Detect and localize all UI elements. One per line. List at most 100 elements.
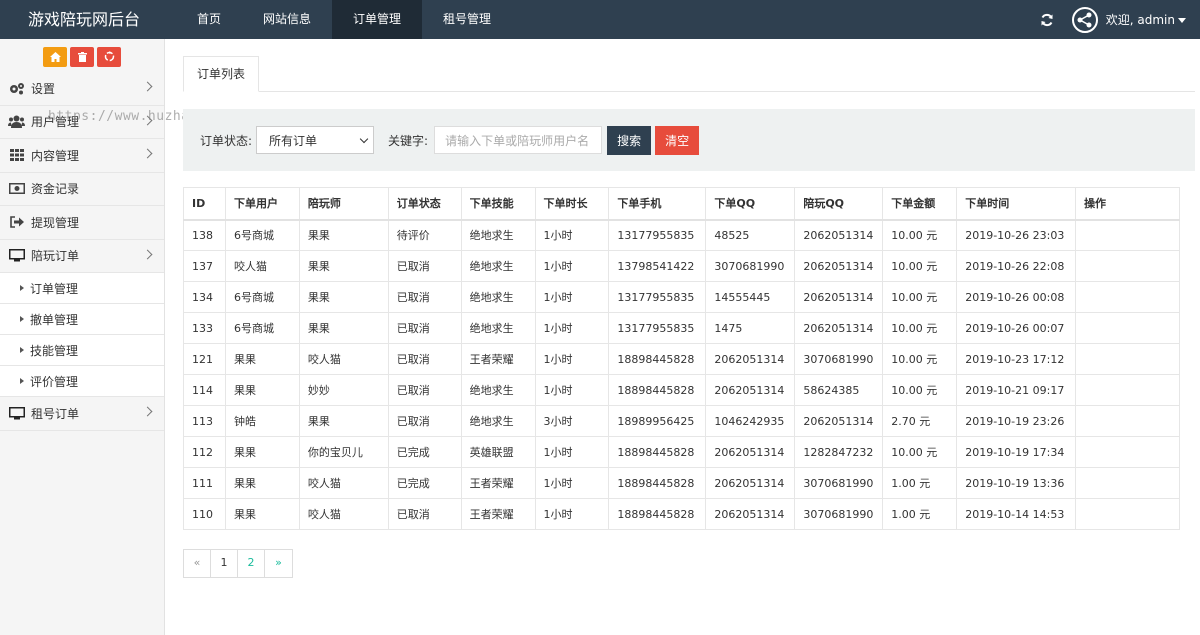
top-navbar: 游戏陪玩网后台 首页 网站信息 订单管理 租号管理 欢迎, admin [0, 0, 1200, 39]
sidebar: 设置 用户管理 内容管理 资金记录 提现管理 陪玩订单 订单管理 撤单管理 技能… [0, 39, 165, 635]
table-cell: 6号商城 [224, 312, 300, 344]
sidebar-item-withdraw[interactable]: 提现管理 [0, 206, 164, 240]
table-cell: 1小时 [534, 374, 610, 406]
chevron-right-icon [142, 406, 153, 417]
sidebar-subitem-review-management[interactable]: 评价管理 [0, 366, 164, 397]
table-cell: 果果 [224, 467, 300, 499]
table-cell: 绝地求生 [460, 405, 536, 437]
status-select[interactable]: 所有订单 [256, 126, 375, 154]
table-cell: 2062051314 [794, 405, 884, 437]
table-cell: 133 [183, 312, 226, 344]
table-cell: 6号商城 [224, 219, 300, 251]
table-cell: 1小时 [534, 467, 610, 499]
table-cell: 3070681990 [794, 343, 884, 375]
page-prev-button[interactable]: « [184, 550, 211, 577]
table-cell: 咬人猫 [298, 498, 389, 530]
table-cell: 2062051314 [705, 374, 796, 406]
search-button[interactable]: 搜索 [607, 125, 652, 155]
page-1-button[interactable]: 1 [211, 550, 238, 577]
money-icon [8, 182, 25, 196]
table-cell: 10.00 元 [882, 343, 958, 375]
table-cell: 1小时 [534, 436, 610, 468]
table-cell: 2062051314 [705, 498, 796, 530]
sign-out-icon [8, 215, 25, 229]
nav-home[interactable]: 首页 [176, 0, 242, 39]
refresh-icon[interactable] [1038, 11, 1056, 29]
caret-right-icon [20, 378, 24, 384]
sidebar-item-label: 资金记录 [31, 182, 80, 197]
table-cell: 果果 [224, 343, 300, 375]
table-cell [1075, 343, 1180, 375]
table-cell: 18898445828 [608, 343, 707, 375]
sidebar-item-content[interactable]: 内容管理 [0, 139, 164, 173]
tab-order-list[interactable]: 订单列表 [183, 56, 260, 92]
page-next-button[interactable]: » [265, 550, 292, 577]
table-cell: 2019-10-26 23:03 [956, 219, 1077, 251]
avatar[interactable] [1071, 6, 1098, 33]
table-header-cell: 下单QQ [705, 187, 796, 221]
table-cell [1075, 219, 1180, 251]
sidebar-subitem-skill-management[interactable]: 技能管理 [0, 335, 164, 366]
sidebar-item-label: 租号订单 [31, 406, 80, 421]
table-cell [1075, 250, 1180, 282]
recycle-button[interactable] [97, 46, 121, 67]
chevron-right-icon [142, 148, 153, 159]
keyword-input[interactable]: 请输入下单或陪玩师用户名 [434, 126, 603, 154]
home-button[interactable] [43, 46, 67, 67]
table-cell: 13177955835 [608, 312, 707, 344]
pagination: « 1 2 » [183, 549, 293, 578]
users-icon [8, 115, 25, 129]
table-cell [1075, 498, 1180, 530]
chevron-down-icon [1178, 18, 1186, 23]
table-cell: 112 [183, 436, 226, 468]
sidebar-item-label: 内容管理 [31, 148, 80, 163]
table-cell: 1.00 元 [882, 498, 958, 530]
table-cell: 英雄联盟 [460, 436, 536, 468]
nav-site-info[interactable]: 网站信息 [242, 0, 332, 39]
table-cell: 13177955835 [608, 281, 707, 313]
table-cell: 10.00 元 [882, 312, 958, 344]
table-cell: 2062051314 [794, 312, 884, 344]
table-header-cell: 陪玩师 [298, 187, 389, 221]
orders-table-wrap: ID 下单用户 陪玩师 订单状态 下单技能 下单时长 下单手机 下单QQ 陪玩QQ 下单金额 下单时… [183, 187, 1180, 530]
table-cell: 3070681990 [794, 498, 884, 530]
sidebar-item-rental-orders[interactable]: 租号订单 [0, 397, 164, 431]
caret-right-icon [20, 347, 24, 353]
table-row: 134 6号商城 果果 已取消 绝地求生 1小时 13177955835 14555445 20… [183, 281, 1180, 313]
orders-table: ID 下单用户 陪玩师 订单状态 下单技能 下单时长 下单手机 下单QQ 陪玩QQ 下单金额 下单时… [183, 187, 1180, 530]
tab-bar: 订单列表 [183, 56, 1195, 92]
clear-button[interactable]: 清空 [655, 125, 700, 155]
nav-rental-management[interactable]: 租号管理 [422, 0, 512, 39]
table-cell: 3070681990 [794, 467, 884, 499]
table-cell: 18989956425 [608, 405, 707, 437]
sidebar-item-settings[interactable]: 设置 [0, 72, 164, 106]
table-header-cell: 下单时间 [956, 187, 1077, 221]
table-cell: 咬人猫 [298, 467, 389, 499]
sidebar-item-play-orders[interactable]: 陪玩订单 [0, 239, 164, 273]
table-cell: 10.00 元 [882, 281, 958, 313]
table-cell: 1小时 [534, 250, 610, 282]
table-header-row: ID 下单用户 陪玩师 订单状态 下单技能 下单时长 下单手机 下单QQ 陪玩QQ 下单金额 下单时… [183, 187, 1180, 221]
sidebar-subitem-order-management[interactable]: 订单管理 [0, 273, 164, 304]
table-cell: 已完成 [387, 467, 462, 499]
user-welcome[interactable]: 欢迎, admin [1106, 11, 1186, 28]
table-cell: 2062051314 [794, 219, 884, 251]
table-cell: 2019-10-19 13:36 [956, 467, 1077, 499]
nav-order-management[interactable]: 订单管理 [332, 0, 423, 39]
sidebar-subitem-cancel-management[interactable]: 撤单管理 [0, 304, 164, 335]
table-cell: 2062051314 [794, 250, 884, 282]
table-header-cell: 订单状态 [387, 187, 462, 221]
page-2-button[interactable]: 2 [238, 550, 265, 577]
table-cell: 果果 [298, 219, 389, 251]
table-cell: 绝地求生 [460, 281, 536, 313]
table-cell: 你的宝贝儿 [298, 436, 389, 468]
table-header-cell: 下单用户 [224, 187, 300, 221]
sidebar-item-funds[interactable]: 资金记录 [0, 172, 164, 206]
table-cell: 已取消 [387, 343, 462, 375]
table-cell: 待评价 [387, 219, 462, 251]
table-cell: 已取消 [387, 374, 462, 406]
brand-title: 游戏陪玩网后台 [28, 10, 141, 29]
table-cell [1075, 312, 1180, 344]
table-cell: 绝地求生 [460, 374, 536, 406]
trash-button[interactable] [70, 46, 94, 67]
